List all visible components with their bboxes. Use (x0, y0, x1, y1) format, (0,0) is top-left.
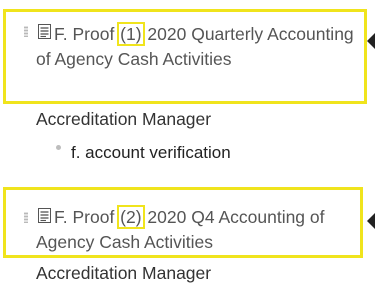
title-suffix-line2: Agency Cash Activities (36, 232, 214, 252)
title-prefix: F. Proof (54, 24, 120, 44)
title-number: (2) (117, 205, 145, 229)
drag-handle-icon[interactable] (24, 212, 28, 223)
collapse-arrow-icon[interactable] (367, 33, 375, 49)
title-number: (1) (117, 22, 145, 46)
document-title[interactable]: F. Proof (1) 2020 Quarterly Accounting o… (36, 22, 361, 72)
document-owner: Accreditation Manager (36, 263, 212, 283)
drag-handle-icon[interactable] (24, 26, 28, 37)
sub-item[interactable]: f. account verification (56, 142, 231, 164)
collapse-arrow-icon[interactable] (367, 213, 375, 229)
title-prefix: F. Proof (54, 207, 120, 227)
document-list: F. Proof (1) 2020 Quarterly Accounting o… (0, 0, 375, 304)
document-title[interactable]: F. Proof (2) 2020 Q4 Accounting of Agency… (36, 205, 361, 255)
title-suffix: 2020 Q4 Accounting of (142, 207, 325, 227)
document-item[interactable]: F. Proof (1) 2020 Quarterly Accounting o… (0, 0, 375, 162)
document-item[interactable]: F. Proof (2) 2020 Q4 Accounting of Agency… (0, 185, 375, 304)
document-owner: Accreditation Manager (36, 109, 212, 129)
bullet-icon (56, 145, 61, 151)
sub-item-label: f. account verification (71, 143, 231, 162)
